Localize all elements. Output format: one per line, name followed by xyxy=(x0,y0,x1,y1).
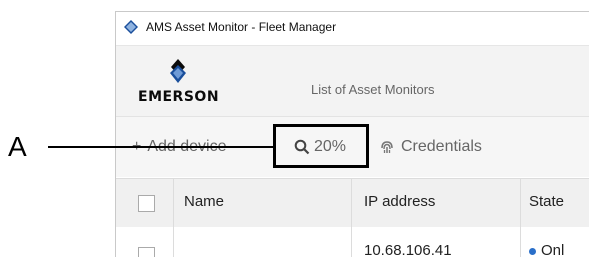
emerson-logo-icon xyxy=(170,59,186,83)
column-divider xyxy=(173,179,174,227)
cell-ip: 10.68.106.41 xyxy=(364,242,452,257)
status-dot-icon xyxy=(529,247,536,255)
column-divider xyxy=(351,179,352,227)
fingerprint-icon xyxy=(381,141,393,153)
table-header: Name IP address State xyxy=(116,178,589,228)
column-header-name[interactable]: Name xyxy=(184,193,224,210)
credentials-label: Credentials xyxy=(401,138,482,155)
callout-line xyxy=(48,146,275,148)
column-divider xyxy=(520,227,521,257)
select-all-checkbox[interactable] xyxy=(138,195,155,212)
window-title: AMS Asset Monitor - Fleet Manager xyxy=(146,20,337,34)
column-divider xyxy=(173,227,174,257)
column-header-state[interactable]: State xyxy=(529,193,564,210)
page-title: List of Asset Monitors xyxy=(311,82,435,97)
table-row[interactable]: 10.68.106.41 Onl xyxy=(116,227,589,257)
logo-text: EMERSON xyxy=(138,89,220,105)
emerson-logo: EMERSON xyxy=(138,58,220,106)
credentials-button[interactable]: Credentials xyxy=(379,138,482,156)
callout-highlight-box xyxy=(273,124,369,168)
cell-state: Onl xyxy=(529,242,564,257)
column-header-ip[interactable]: IP address xyxy=(364,193,435,210)
column-divider xyxy=(520,179,521,227)
callout-label: A xyxy=(8,131,27,162)
app-header: EMERSON List of Asset Monitors xyxy=(116,45,589,116)
cell-state-text: Onl xyxy=(541,242,565,257)
title-bar: AMS Asset Monitor - Fleet Manager xyxy=(116,12,589,44)
column-divider xyxy=(351,227,352,257)
app-icon xyxy=(124,20,138,34)
